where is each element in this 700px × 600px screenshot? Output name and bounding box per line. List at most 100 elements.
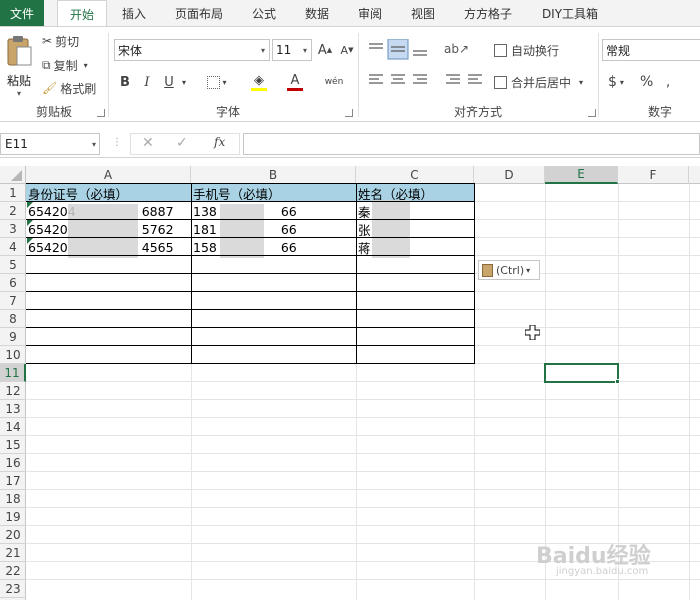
paste-options-button[interactable]: (Ctrl) ▾ [478,260,540,280]
enter-icon[interactable]: ✓ [176,135,188,151]
comma-style-button[interactable]: , [666,71,670,93]
tab-ffgz[interactable]: 方方格子 [455,0,521,26]
fill-color-button[interactable]: ◈ [244,71,274,93]
row-header[interactable]: 15 [0,436,26,454]
redaction-blur [68,204,138,258]
column-header-f[interactable]: F [618,166,689,184]
tab-home[interactable]: 开始 [57,0,107,27]
row-header[interactable]: 13 [0,400,26,418]
table-border [26,201,474,202]
dialog-launcher-icon[interactable] [588,109,596,117]
row-header[interactable]: 10 [0,346,26,364]
column-header-b[interactable]: B [191,166,356,184]
tab-page-layout[interactable]: 页面布局 [166,0,232,26]
dialog-launcher-icon[interactable] [345,109,353,117]
vertical-align-buttons[interactable] [368,39,428,61]
row-header[interactable]: 3 [0,220,26,238]
tab-insert[interactable]: 插入 [113,0,155,26]
row-header[interactable]: 21 [0,544,26,562]
orientation-button[interactable] [440,39,470,61]
cancel-icon[interactable]: ✕ [142,135,154,151]
phonetic-button[interactable]: wén [322,71,346,93]
row-header[interactable]: 20 [0,526,26,544]
increase-font-button[interactable]: A ▲ [316,39,334,61]
column-header-a[interactable]: A [26,166,191,184]
indent-buttons[interactable] [440,71,484,93]
font-name-select[interactable]: 宋体 ▾ [114,39,270,61]
phone-suffix: 66 [280,221,297,237]
font-size-select[interactable]: 11 ▾ [272,39,312,61]
selected-cell-e11[interactable] [544,363,619,383]
row-header[interactable]: 12 [0,382,26,400]
font-color-swatch [287,87,303,91]
table-header-cell[interactable]: 手机号（必填） [191,184,356,202]
gridline [26,471,700,472]
tab-view[interactable]: 视图 [402,0,444,26]
tab-diy-toolbox[interactable]: DIY工具箱 [532,0,608,26]
fill-handle[interactable] [615,379,620,384]
redaction-blur [372,200,410,258]
row-header[interactable]: 6 [0,274,26,292]
divider [598,33,599,117]
formula-input[interactable] [243,133,700,155]
column-header-c[interactable]: C [356,166,474,184]
column-header-d[interactable]: D [474,166,545,184]
italic-button[interactable]: I [138,71,156,93]
bold-button[interactable]: B [116,71,134,93]
select-all-button[interactable] [0,166,26,184]
row-header[interactable]: 22 [0,562,26,580]
table-cell-phone[interactable]: 181 66 [191,220,356,238]
table-border [26,327,474,328]
tab-review[interactable]: 审阅 [349,0,391,26]
font-color-button[interactable]: A [280,71,310,93]
column-header-bar: A B C D E F [0,166,700,184]
row-header[interactable]: 5 [0,256,26,274]
name-box[interactable]: E11 ▾ [0,133,100,155]
wrap-text-button[interactable]: 自动换行 [494,39,559,61]
currency-button[interactable]: $ ▾ [608,71,624,93]
row-header[interactable]: 19 [0,508,26,526]
tab-file[interactable]: 文件 [0,0,44,26]
phone-prefix: 138 [193,203,217,219]
row-header[interactable]: 17 [0,472,26,490]
gridline [26,399,700,400]
table-cell-phone[interactable]: 138 66 [191,202,356,220]
row-header[interactable]: 7 [0,292,26,310]
row-header[interactable]: 2 [0,202,26,220]
underline-button[interactable]: U [160,71,178,93]
row-header-selected[interactable]: 11 [0,364,26,382]
row-header[interactable]: 14 [0,418,26,436]
paste-button[interactable]: 粘贴 ▾ [4,35,34,98]
merge-center-button[interactable]: 合并后居中 ▾ [494,71,583,93]
table-border [356,183,357,364]
row-header[interactable]: 16 [0,454,26,472]
row-header[interactable]: 4 [0,238,26,256]
format-painter-button[interactable]: 🖌 格式刷 [42,78,96,98]
chevron-down-icon[interactable]: ▾ [179,71,189,93]
tab-data[interactable]: 数据 [296,0,338,26]
more-options-icon[interactable]: ⋮ [112,137,122,148]
error-indicator-icon [27,238,33,244]
borders-button[interactable]: ▾ [203,71,231,93]
copy-button[interactable]: ⧉ 复制 ▾ [42,55,88,75]
table-border [26,183,474,184]
table-cell-phone[interactable]: 158 66 [191,238,356,256]
row-header[interactable]: 1 [0,184,26,202]
cut-button[interactable]: ✂ 剪切 [42,31,79,51]
row-header[interactable]: 8 [0,310,26,328]
column-header-e[interactable]: E [545,166,618,184]
row-header[interactable]: 23 [0,580,26,598]
row-header[interactable]: 9 [0,328,26,346]
redaction-blur [220,204,264,258]
row-header[interactable]: 18 [0,490,26,508]
horizontal-align-buttons[interactable] [368,71,428,93]
percent-button[interactable]: % [640,71,653,93]
number-format-select[interactable]: 常规 [602,39,700,61]
clipboard-icon [482,263,493,277]
table-header-cell[interactable]: 身份证号（必填） [26,184,191,202]
tab-formulas[interactable]: 公式 [243,0,285,26]
dialog-launcher-icon[interactable] [97,109,105,117]
table-border [26,237,474,238]
insert-function-button[interactable]: fx [214,135,225,149]
decrease-font-button[interactable]: A ▼ [338,39,356,61]
